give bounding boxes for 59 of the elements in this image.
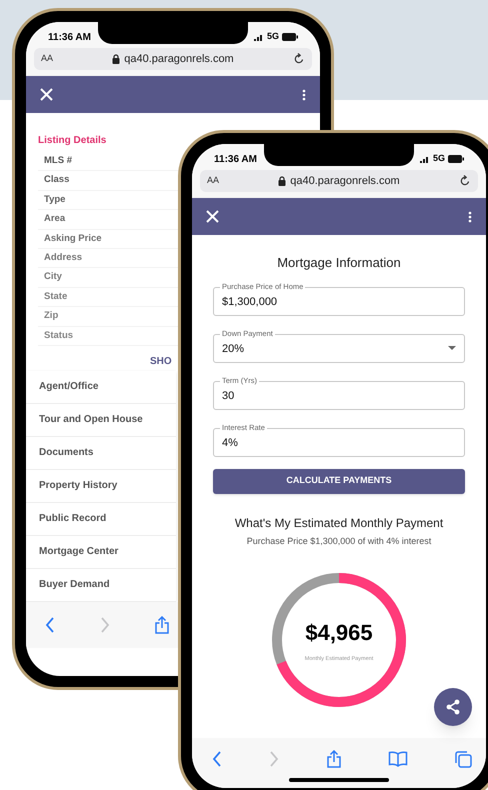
signal-icon bbox=[420, 156, 430, 162]
url-text: qa40.paragonrels.com bbox=[124, 52, 234, 67]
show-more-link[interactable]: SHO bbox=[150, 354, 172, 369]
section-title: Listing Details bbox=[38, 134, 108, 148]
calculate-button[interactable]: CALCULATE PAYMENTS bbox=[213, 468, 465, 494]
close-icon[interactable] bbox=[206, 210, 219, 223]
field-label: Type bbox=[44, 192, 66, 207]
field-label: State bbox=[44, 290, 68, 304]
back-icon[interactable] bbox=[45, 616, 55, 633]
field-label: Zip bbox=[44, 309, 58, 324]
share-icon[interactable] bbox=[326, 750, 340, 768]
back-icon[interactable] bbox=[212, 751, 222, 767]
section-row[interactable]: Documents bbox=[26, 436, 176, 469]
url-text: qa40.paragonrels.com bbox=[290, 174, 400, 189]
field-value: $1,300,000 bbox=[222, 295, 278, 310]
field-label: MLS # bbox=[44, 154, 72, 168]
section-row[interactable]: Mortgage Center bbox=[26, 536, 176, 568]
address-bar[interactable]: AA qa40.paragonrels.com bbox=[34, 48, 312, 70]
field-label: Address bbox=[44, 251, 82, 266]
payment-amount: $4,965 bbox=[305, 619, 373, 648]
field-label: Asking Price bbox=[44, 232, 102, 246]
section-row[interactable]: Property History bbox=[26, 470, 176, 502]
dropdown-caret-icon bbox=[448, 346, 456, 350]
text-size-button[interactable]: AA bbox=[41, 52, 54, 66]
section-row[interactable]: Tour and Open House bbox=[26, 404, 176, 436]
tabs-icon[interactable] bbox=[455, 750, 472, 768]
reload-icon[interactable] bbox=[292, 53, 305, 65]
more-menu-icon[interactable] bbox=[468, 210, 472, 222]
network-label: 5G bbox=[266, 30, 279, 44]
form-title: Mortgage Information bbox=[276, 254, 402, 272]
share-icon bbox=[445, 699, 461, 715]
lock-icon bbox=[112, 54, 120, 64]
field-label: Area bbox=[44, 212, 66, 226]
field-value: 30 bbox=[222, 389, 234, 404]
lock-icon bbox=[278, 176, 286, 186]
battery-icon bbox=[448, 155, 464, 163]
status-time: 11:36 AM bbox=[214, 152, 257, 166]
network-label: 5G bbox=[432, 152, 445, 166]
signal-icon bbox=[254, 34, 264, 40]
address-bar[interactable]: AA qa40.paragonrels.com bbox=[200, 170, 478, 192]
field-label: Status bbox=[44, 328, 74, 343]
book-icon[interactable] bbox=[388, 751, 408, 767]
share-icon[interactable] bbox=[155, 616, 169, 634]
field-value: 20% bbox=[222, 342, 244, 358]
field-label: Class bbox=[44, 173, 70, 188]
section-row[interactable]: Agent/Office bbox=[26, 370, 176, 403]
share-button[interactable] bbox=[434, 688, 472, 726]
field-label: City bbox=[44, 270, 62, 284]
result-subtitle: Purchase Price $1,300,000 of with 4% interest bbox=[246, 534, 432, 548]
status-time: 11:36 AM bbox=[48, 30, 91, 44]
section-row[interactable]: Public Record bbox=[26, 502, 176, 535]
section-row[interactable]: Buyer Demand bbox=[26, 568, 176, 601]
text-size-button[interactable]: AA bbox=[207, 174, 220, 188]
result-heading: What's My Estimated Monthly Payment bbox=[234, 514, 444, 532]
field-value: 4% bbox=[222, 436, 238, 452]
reload-icon[interactable] bbox=[458, 175, 471, 187]
battery-icon bbox=[282, 33, 298, 41]
more-menu-icon[interactable] bbox=[302, 88, 306, 100]
close-icon[interactable] bbox=[40, 88, 53, 101]
